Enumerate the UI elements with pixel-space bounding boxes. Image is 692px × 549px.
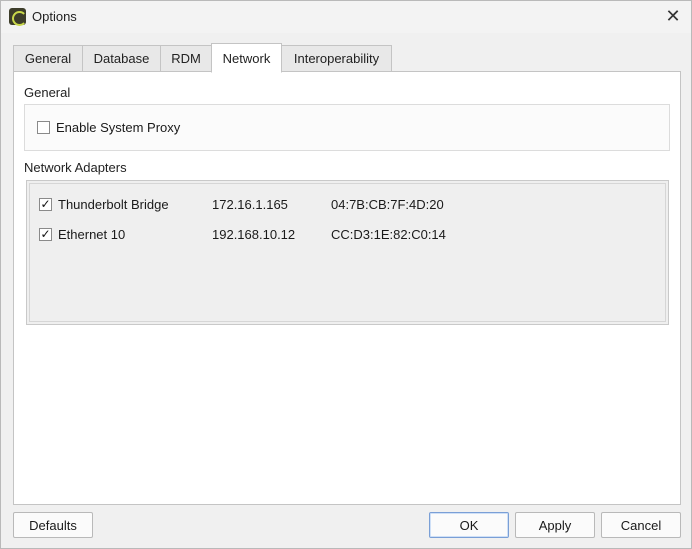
ok-button[interactable]: OK: [429, 512, 509, 538]
apply-button[interactable]: Apply: [515, 512, 595, 538]
adapter-mac: CC:D3:1E:82:C0:14: [331, 227, 446, 242]
adapter-row[interactable]: ✓ Ethernet 10 192.168.10.12 CC:D3:1E:82:…: [30, 223, 667, 247]
adapter-checkbox[interactable]: ✓: [39, 198, 52, 211]
adapter-ip: 172.16.1.165: [212, 197, 288, 212]
adapter-name: Ethernet 10: [58, 227, 126, 242]
adapter-mac: 04:7B:CB:7F:4D:20: [331, 197, 444, 212]
proxy-group: Enable System Proxy: [24, 104, 670, 151]
adapter-name: Thunderbolt Bridge: [58, 197, 169, 212]
enable-system-proxy-checkbox[interactable]: [37, 121, 50, 134]
tab-database[interactable]: Database: [82, 45, 161, 72]
adapter-list-frame: ✓ Thunderbolt Bridge 172.16.1.165 04:7B:…: [29, 183, 666, 322]
cancel-button[interactable]: Cancel: [601, 512, 681, 538]
adapter-ip: 192.168.10.12: [212, 227, 296, 242]
network-tab-panel: General Enable System Proxy Network Adap…: [13, 71, 681, 505]
tab-rdm[interactable]: RDM: [160, 45, 212, 72]
close-icon[interactable]: ✕: [661, 5, 685, 29]
adapter-checkbox[interactable]: ✓: [39, 228, 52, 241]
defaults-button[interactable]: Defaults: [13, 512, 93, 538]
network-adapters-heading: Network Adapters: [24, 160, 127, 175]
network-adapter-list[interactable]: ✓ Thunderbolt Bridge 172.16.1.165 04:7B:…: [26, 180, 669, 325]
tab-network[interactable]: Network: [211, 43, 282, 73]
title-bar: Options ✕: [1, 1, 691, 33]
options-dialog: Options ✕ General Database RDM Network I…: [0, 0, 692, 549]
enable-system-proxy-label[interactable]: Enable System Proxy: [56, 120, 180, 135]
window-title: Options: [32, 9, 77, 24]
tab-interoperability[interactable]: Interoperability: [281, 45, 392, 72]
app-logo-icon: [9, 8, 27, 26]
tab-general[interactable]: General: [13, 45, 83, 72]
general-section-heading: General: [24, 85, 71, 100]
adapter-row[interactable]: ✓ Thunderbolt Bridge 172.16.1.165 04:7B:…: [30, 193, 667, 217]
